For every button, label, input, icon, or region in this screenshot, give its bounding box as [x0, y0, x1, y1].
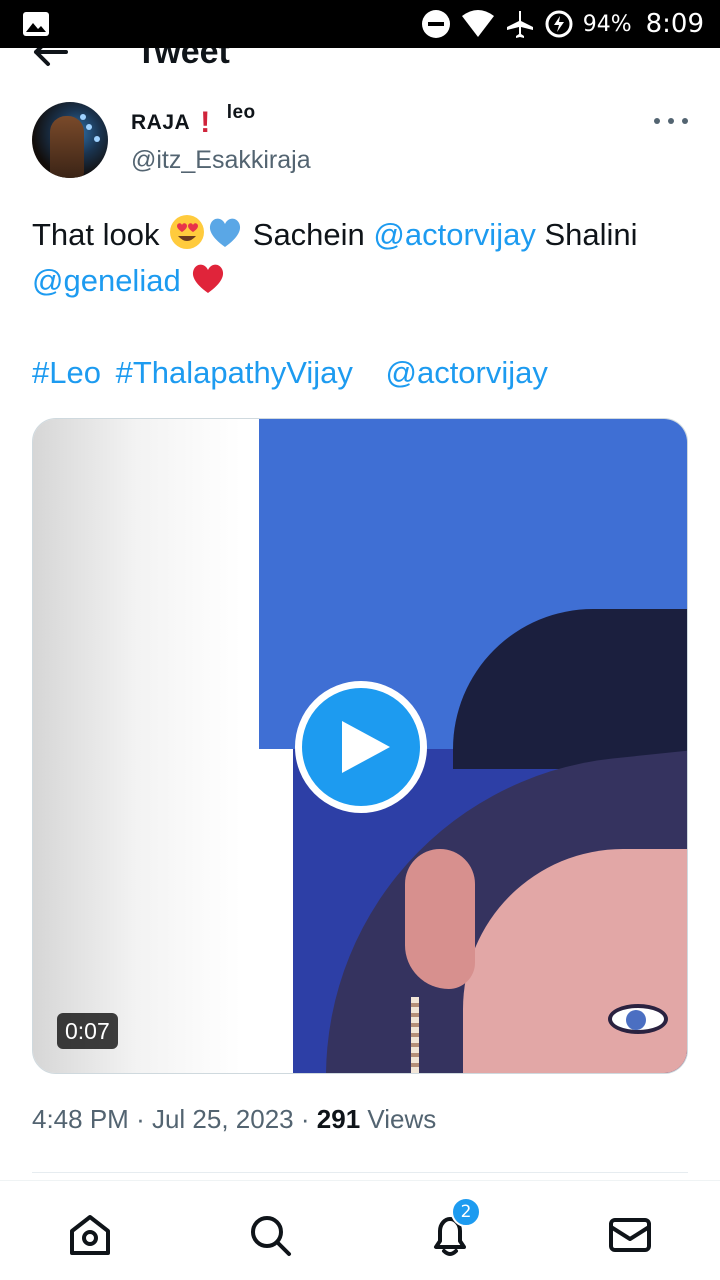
separator: ·: [136, 1104, 145, 1134]
blue-heart-emoji-icon: [210, 218, 241, 247]
author-avatar[interactable]: [32, 102, 108, 178]
mention-link[interactable]: @actorvijay: [385, 355, 547, 390]
exclamation-emoji-icon: !: [200, 106, 211, 139]
hashtag-link[interactable]: #Leo: [32, 355, 101, 390]
divider: [32, 1172, 688, 1173]
video-duration: 0:07: [57, 1013, 118, 1049]
nav-messages[interactable]: [606, 1211, 654, 1259]
tweet-meta: 4:48 PM · Jul 25, 2023 · 291 Views: [32, 1104, 436, 1135]
nav-home[interactable]: [66, 1211, 114, 1259]
mail-icon: [609, 1218, 651, 1252]
video-player[interactable]: 0:07: [32, 418, 688, 1074]
play-icon: [342, 721, 390, 773]
display-name: RAJA: [131, 111, 191, 134]
do-not-disturb-icon: [421, 10, 450, 38]
tweet-text: That look Sachein @actorvijay Shalini @g…: [32, 212, 702, 304]
separator: ·: [300, 1104, 310, 1134]
views-count: 291: [316, 1104, 361, 1134]
mention-link[interactable]: @geneliad: [32, 263, 181, 298]
play-button[interactable]: [295, 681, 427, 813]
search-icon: [251, 1216, 291, 1256]
mention-link[interactable]: @actorvijay: [373, 217, 535, 252]
tweet-text-word: Shalini: [544, 217, 638, 252]
bottom-nav: 2: [0, 1180, 720, 1280]
tweet-date: Jul 25, 2023: [151, 1104, 294, 1134]
battery-saver-icon: [545, 10, 573, 38]
views-label: Views: [367, 1104, 437, 1134]
notification-badge: 2: [451, 1197, 481, 1227]
name-tag: leo: [226, 102, 256, 123]
wifi-icon: [461, 10, 494, 37]
hashtag-link[interactable]: #ThalapathyVijay: [116, 355, 353, 390]
battery-percentage: 94%: [582, 11, 632, 37]
red-heart-emoji-icon: [193, 264, 224, 293]
airplane-mode-icon: [506, 11, 533, 38]
author-handle[interactable]: @itz_Esakkiraja: [131, 146, 311, 175]
status-bar: 94% 8:09: [0, 0, 720, 48]
status-clock: 8:09: [645, 9, 704, 39]
tweet-text-word: Sachein: [252, 217, 365, 252]
app-header: Tweet: [0, 48, 720, 84]
home-icon: [70, 1215, 110, 1255]
header-title: Tweet: [136, 48, 230, 71]
author-name[interactable]: RAJA ! leo: [131, 102, 256, 139]
tweet-hashtags: #Leo #ThalapathyVijay @actorvijay: [32, 350, 554, 396]
heart-eyes-emoji-icon: [170, 215, 205, 249]
more-options-icon[interactable]: [654, 110, 688, 132]
gallery-notification-icon: [23, 12, 49, 36]
tweet-text-prefix: That look: [32, 217, 160, 252]
back-arrow-icon[interactable]: [30, 48, 70, 72]
nav-search[interactable]: [246, 1211, 294, 1259]
tweet-time: 4:48 PM: [32, 1104, 129, 1134]
